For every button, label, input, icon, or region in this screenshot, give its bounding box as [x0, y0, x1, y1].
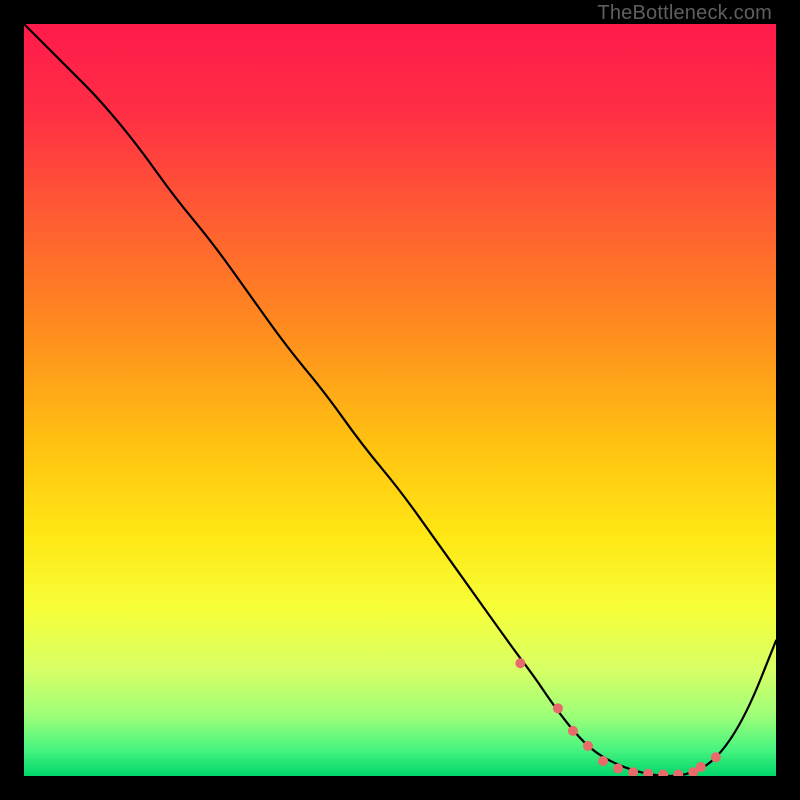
- highlight-dot: [658, 770, 668, 777]
- highlight-dot: [613, 763, 623, 773]
- highlight-dot: [598, 756, 608, 766]
- highlight-dot: [515, 658, 525, 668]
- highlight-dots: [515, 658, 721, 776]
- highlight-dot: [643, 769, 653, 776]
- highlight-dot: [696, 762, 706, 772]
- highlight-dot: [583, 741, 593, 751]
- watermark-text: TheBottleneck.com: [597, 2, 772, 25]
- highlight-dot: [673, 770, 683, 777]
- highlight-dot: [568, 726, 578, 736]
- bottleneck-curve: [24, 24, 776, 776]
- plot-area: [24, 24, 776, 776]
- curve-layer: [24, 24, 776, 776]
- highlight-dot: [711, 752, 721, 762]
- highlight-dot: [553, 703, 563, 713]
